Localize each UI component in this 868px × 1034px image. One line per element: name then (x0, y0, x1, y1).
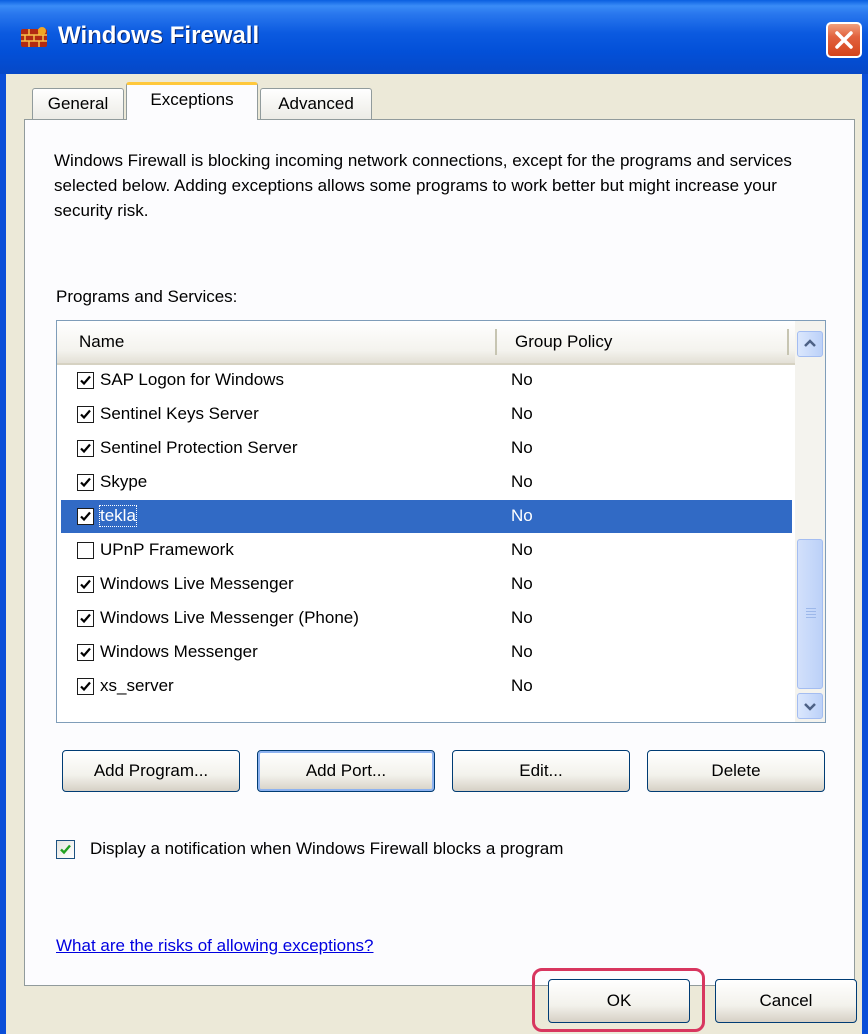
grip-line (806, 611, 816, 612)
checkmark-icon (80, 681, 91, 692)
row-checkbox[interactable] (77, 542, 94, 559)
row-checkbox[interactable] (77, 372, 94, 389)
list-item-selected[interactable]: tekla No (61, 500, 792, 533)
tab-general[interactable]: General (32, 88, 124, 120)
row-checkbox[interactable] (77, 440, 94, 457)
firewall-brick-icon (21, 27, 47, 47)
notification-checkbox[interactable] (56, 840, 75, 859)
cancel-button[interactable]: Cancel (715, 979, 857, 1023)
chevron-up-icon (804, 339, 816, 347)
window-frame-right (862, 74, 868, 1034)
checkmark-icon (60, 844, 71, 855)
scroll-up-button[interactable] (797, 331, 823, 357)
row-group-policy: No (511, 472, 533, 491)
programs-list[interactable]: Name Group Policy SAP Logon for Windows … (56, 320, 826, 723)
chevron-down-icon (804, 703, 816, 711)
add-program-button[interactable]: Add Program... (62, 750, 240, 792)
list-item[interactable]: Windows Messenger No (61, 636, 792, 669)
delete-button[interactable]: Delete (647, 750, 825, 792)
row-name: Windows Live Messenger (100, 574, 294, 593)
grip-line (806, 608, 816, 609)
close-icon (835, 31, 853, 49)
column-divider[interactable] (787, 329, 789, 355)
row-name: Windows Messenger (100, 642, 258, 661)
list-item[interactable]: UPnP Framework No (61, 534, 792, 567)
row-group-policy: No (511, 574, 533, 593)
title-bar[interactable]: Windows Firewall (0, 0, 868, 74)
list-item[interactable]: xs_server No (61, 670, 792, 703)
row-name: UPnP Framework (100, 540, 234, 559)
checkmark-icon (80, 613, 91, 624)
grip-line (806, 617, 816, 618)
checkmark-icon (80, 409, 91, 420)
checkmark-icon (80, 443, 91, 454)
row-checkbox[interactable] (77, 610, 94, 627)
ok-button-highlight (532, 968, 705, 1032)
row-checkbox[interactable] (77, 474, 94, 491)
row-name: tekla (99, 505, 137, 527)
row-name: Sentinel Protection Server (100, 438, 298, 457)
list-item[interactable]: Windows Live Messenger No (61, 568, 792, 601)
list-item[interactable]: SAP Logon for Windows No (61, 364, 792, 397)
row-checkbox[interactable] (77, 576, 94, 593)
row-name: xs_server (100, 676, 174, 695)
row-group-policy: No (511, 676, 533, 695)
add-port-button[interactable]: Add Port... (257, 750, 435, 792)
list-item[interactable]: Sentinel Keys Server No (61, 398, 792, 431)
windows-firewall-dialog: Windows Firewall General Exceptions Adva… (0, 0, 868, 1034)
description-text: Windows Firewall is blocking incoming ne… (54, 151, 792, 220)
row-group-policy: No (511, 608, 533, 627)
window-title: Windows Firewall (58, 22, 260, 49)
tab-advanced[interactable]: Advanced (260, 88, 372, 120)
row-group-policy: No (511, 404, 533, 423)
scroll-down-button[interactable] (797, 693, 823, 719)
tab-label: General (47, 94, 109, 113)
row-checkbox[interactable] (77, 406, 94, 423)
row-name: Sentinel Keys Server (100, 404, 259, 423)
checkmark-icon (80, 511, 91, 522)
tab-label: Exceptions (150, 90, 234, 109)
list-item[interactable]: Windows Live Messenger (Phone) No (61, 602, 792, 635)
row-group-policy: No (511, 506, 533, 525)
checkmark-icon (80, 647, 91, 658)
row-name: SAP Logon for Windows (100, 370, 284, 389)
row-name: Windows Live Messenger (Phone) (100, 608, 359, 627)
window-frame-left (0, 74, 6, 1034)
tab-exceptions[interactable]: Exceptions (126, 82, 258, 120)
list-item[interactable]: Sentinel Protection Server No (61, 432, 792, 465)
checkmark-icon (80, 477, 91, 488)
risks-link[interactable]: What are the risks of allowing exception… (56, 936, 374, 956)
notification-label[interactable]: Display a notification when Windows Fire… (90, 839, 563, 859)
vertical-scrollbar[interactable] (795, 321, 825, 722)
column-header-group-policy[interactable]: Group Policy (515, 332, 612, 352)
column-divider[interactable] (495, 329, 497, 355)
row-checkbox[interactable] (77, 508, 94, 525)
row-group-policy: No (511, 642, 533, 661)
row-checkbox[interactable] (77, 678, 94, 695)
programs-label: Programs and Services: (56, 287, 238, 306)
row-group-policy: No (511, 370, 533, 389)
list-item[interactable]: Skype No (61, 466, 792, 499)
column-header-name[interactable]: Name (79, 332, 124, 352)
checkmark-icon (80, 375, 91, 386)
row-group-policy: No (511, 438, 533, 457)
grip-line (806, 614, 816, 615)
edit-button[interactable]: Edit... (452, 750, 630, 792)
row-name: Skype (100, 472, 148, 491)
row-checkbox[interactable] (77, 644, 94, 661)
list-header: Name Group Policy (57, 321, 795, 365)
close-button[interactable] (826, 22, 862, 58)
tab-label: Advanced (278, 94, 354, 113)
scroll-thumb[interactable] (797, 539, 823, 689)
checkmark-icon (80, 579, 91, 590)
row-group-policy: No (511, 540, 533, 559)
